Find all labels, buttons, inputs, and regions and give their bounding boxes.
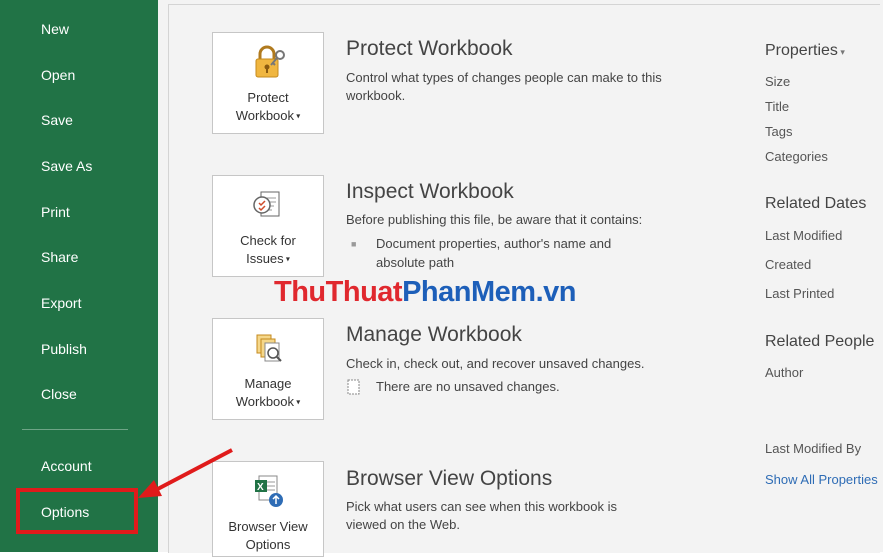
property-size: Size	[765, 74, 791, 89]
nav-divider	[22, 429, 128, 430]
date-last-modified: Last Modified	[765, 228, 843, 243]
browser-view-options-title: Browser View Options	[346, 467, 553, 490]
dropdown-caret-icon: ▾	[283, 254, 290, 264]
tile-label-line1: Protect	[247, 90, 289, 105]
people-author: Author	[765, 365, 804, 380]
date-last-printed: Last Printed	[765, 286, 835, 301]
check-for-issues-button[interactable]: Check for Issues ▾	[212, 175, 324, 277]
property-title: Title	[765, 99, 790, 114]
watermark-part1: ThuThuat	[274, 276, 403, 308]
watermark-part2: PhanMem	[402, 276, 536, 308]
inspect-workbook-desc: Before publishing this file, be aware th…	[346, 212, 643, 227]
tile-label-line2: Issues	[246, 251, 284, 266]
document-icon	[347, 379, 360, 395]
tile-label-line2: Workbook	[235, 394, 295, 409]
inspect-document-icon	[253, 191, 280, 217]
tile-label-line1: Check for	[240, 233, 296, 248]
protect-workbook-button[interactable]: Protect Workbook ▾	[212, 32, 324, 134]
properties-heading[interactable]: Properties ▾	[765, 42, 845, 60]
tile-label-line1: Browser View	[228, 519, 308, 534]
inspect-workbook-title: Inspect Workbook	[346, 180, 514, 203]
related-people-heading: Related People	[765, 333, 875, 350]
properties-panel: Properties ▾ Size Title Tags Categories …	[730, 0, 883, 552]
nav-share[interactable]: Share	[41, 249, 78, 265]
bullet-square-icon: ■	[351, 239, 357, 249]
property-tags: Tags	[765, 124, 793, 139]
inspect-bullet-line1: Document properties, author's name and	[376, 236, 612, 251]
nav-export[interactable]: Export	[41, 295, 81, 311]
protect-workbook-desc: Control what types of changes people can…	[346, 70, 662, 103]
excel-web-icon: X	[255, 475, 283, 507]
inspect-bullet-line2: absolute path	[376, 255, 455, 270]
nav-print[interactable]: Print	[41, 204, 70, 220]
tile-label-line2: Workbook	[235, 108, 295, 123]
nav-save[interactable]: Save	[41, 112, 73, 128]
nav-open[interactable]: Open	[41, 67, 75, 83]
watermark-part3: .vn	[535, 276, 577, 308]
nav-publish[interactable]: Publish	[41, 341, 87, 357]
lock-key-icon	[255, 45, 285, 78]
manage-workbook-note: There are no unsaved changes.	[376, 379, 560, 394]
svg-text:X: X	[257, 482, 264, 493]
dropdown-caret-icon: ▾	[294, 111, 301, 121]
date-created: Created	[765, 257, 812, 272]
dropdown-caret-icon: ▾	[294, 397, 301, 407]
nav-save-as[interactable]: Save As	[41, 158, 92, 174]
options-highlight-box	[16, 488, 138, 534]
annotation-arrow-icon	[138, 448, 233, 498]
tile-label-line2: Options	[245, 537, 291, 552]
show-all-properties-link[interactable]: Show All Properties	[765, 472, 878, 487]
manage-workbook-title: Manage Workbook	[346, 323, 522, 346]
property-categories: Categories	[765, 149, 828, 164]
related-dates-heading: Related Dates	[765, 195, 867, 212]
browser-view-options-desc: Pick what users can see when this workbo…	[346, 499, 617, 532]
nav-new[interactable]: New	[41, 21, 69, 37]
manage-workbook-desc: Check in, check out, and recover unsaved…	[346, 356, 645, 371]
properties-heading-label: Properties	[765, 42, 838, 59]
dropdown-caret-icon: ▾	[837, 47, 845, 57]
nav-account[interactable]: Account	[41, 458, 92, 474]
protect-workbook-title: Protect Workbook	[346, 37, 513, 60]
nav-close[interactable]: Close	[41, 386, 77, 402]
manage-workbook-icon	[256, 334, 282, 362]
tile-label-line1: Manage	[244, 376, 292, 391]
last-modified-by-label: Last Modified By	[765, 441, 862, 456]
manage-workbook-button[interactable]: Manage Workbook ▾	[212, 318, 324, 420]
watermark: ThuThuatPhanMem.vn	[274, 276, 576, 309]
